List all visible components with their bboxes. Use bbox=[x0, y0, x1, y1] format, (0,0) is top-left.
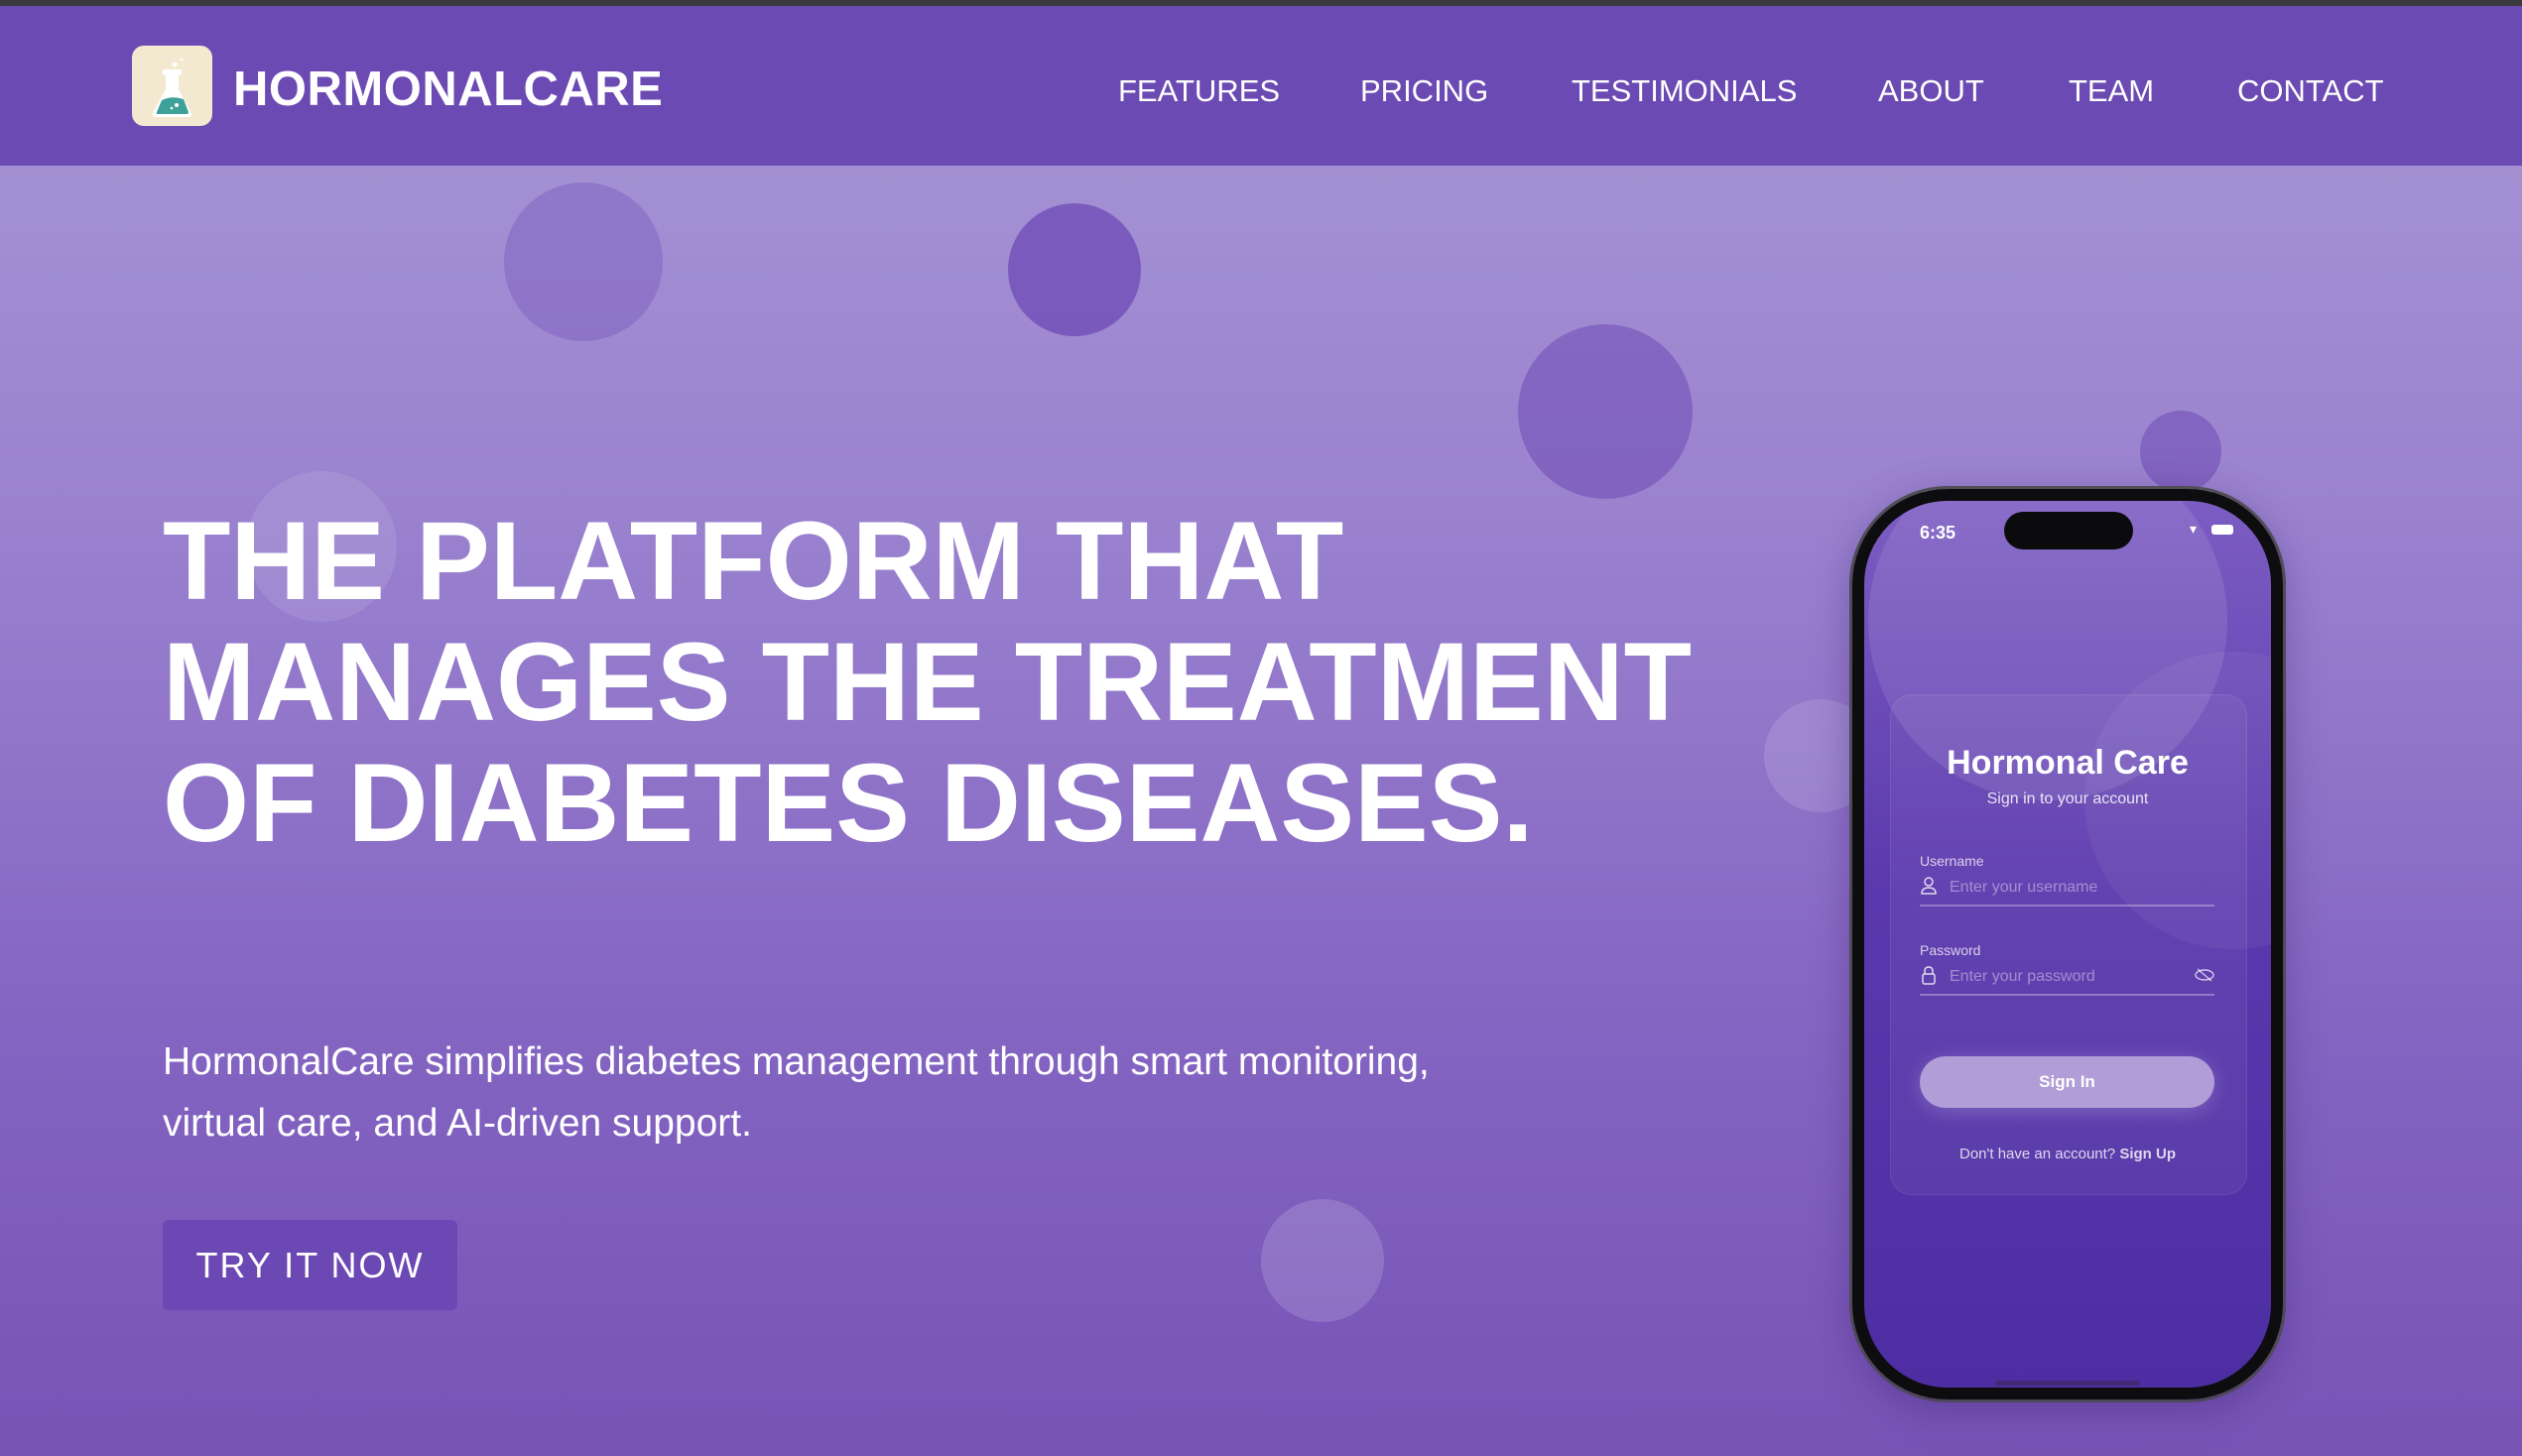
password-label: Password bbox=[1920, 942, 1981, 958]
password-placeholder: Enter your password bbox=[1950, 968, 2095, 985]
nav-testimonials[interactable]: TESTIMONIALS bbox=[1572, 73, 1797, 109]
nav-pricing[interactable]: PRICING bbox=[1360, 73, 1488, 109]
dynamic-island bbox=[2004, 512, 2133, 549]
phone-mockup: 6:35 ▾ Hormonal Care Sign in to your acc… bbox=[1852, 489, 2283, 1399]
wifi-icon: ▾ bbox=[2190, 521, 2198, 537]
username-placeholder: Enter your username bbox=[1950, 879, 2098, 896]
app-title: Hormonal Care bbox=[1947, 744, 2189, 782]
brand-name[interactable]: HORMONALCARE bbox=[233, 61, 663, 117]
hero-description: HormonalCare simplifies diabetes managem… bbox=[163, 1040, 1430, 1145]
hero-title: THE PLATFORM THAT MANAGES THE TREATMENT … bbox=[163, 499, 1692, 865]
sign-in-button[interactable]: Sign In bbox=[1920, 1056, 2214, 1108]
nav-contact[interactable]: CONTACT bbox=[2237, 73, 2384, 109]
decor-circle bbox=[504, 182, 663, 341]
nav-about[interactable]: ABOUT bbox=[1878, 73, 1984, 109]
eye-off-icon[interactable] bbox=[2195, 967, 2214, 987]
signup-prompt: Don't have an account? Sign Up bbox=[1864, 1146, 2271, 1162]
user-icon bbox=[1920, 876, 1938, 900]
username-label: Username bbox=[1920, 853, 1984, 869]
flask-icon[interactable] bbox=[132, 46, 212, 126]
top-navbar: HORMONALCARE FEATURES PRICING TESTIMONIA… bbox=[0, 6, 2522, 166]
lock-icon bbox=[1920, 965, 1938, 990]
app-subtitle: Sign in to your account bbox=[1986, 790, 2149, 807]
nav-features[interactable]: FEATURES bbox=[1118, 73, 1280, 109]
username-field[interactable]: Enter your username bbox=[1920, 871, 2214, 907]
decor-circle bbox=[1261, 1199, 1384, 1322]
battery-icon bbox=[2211, 525, 2233, 535]
home-indicator bbox=[1995, 1381, 2140, 1386]
try-it-now-button[interactable]: TRY IT NOW bbox=[163, 1220, 457, 1310]
signup-prompt-text: Don't have an account? bbox=[1959, 1146, 2116, 1162]
nav-team[interactable]: TEAM bbox=[2069, 73, 2154, 109]
sign-up-link[interactable]: Sign Up bbox=[2119, 1146, 2176, 1162]
password-field[interactable]: Enter your password bbox=[1920, 960, 2214, 996]
decor-circle bbox=[2140, 411, 2221, 492]
decor-circle bbox=[1008, 203, 1141, 336]
decor-circle bbox=[1518, 324, 1693, 499]
status-time: 6:35 bbox=[1920, 523, 1956, 543]
